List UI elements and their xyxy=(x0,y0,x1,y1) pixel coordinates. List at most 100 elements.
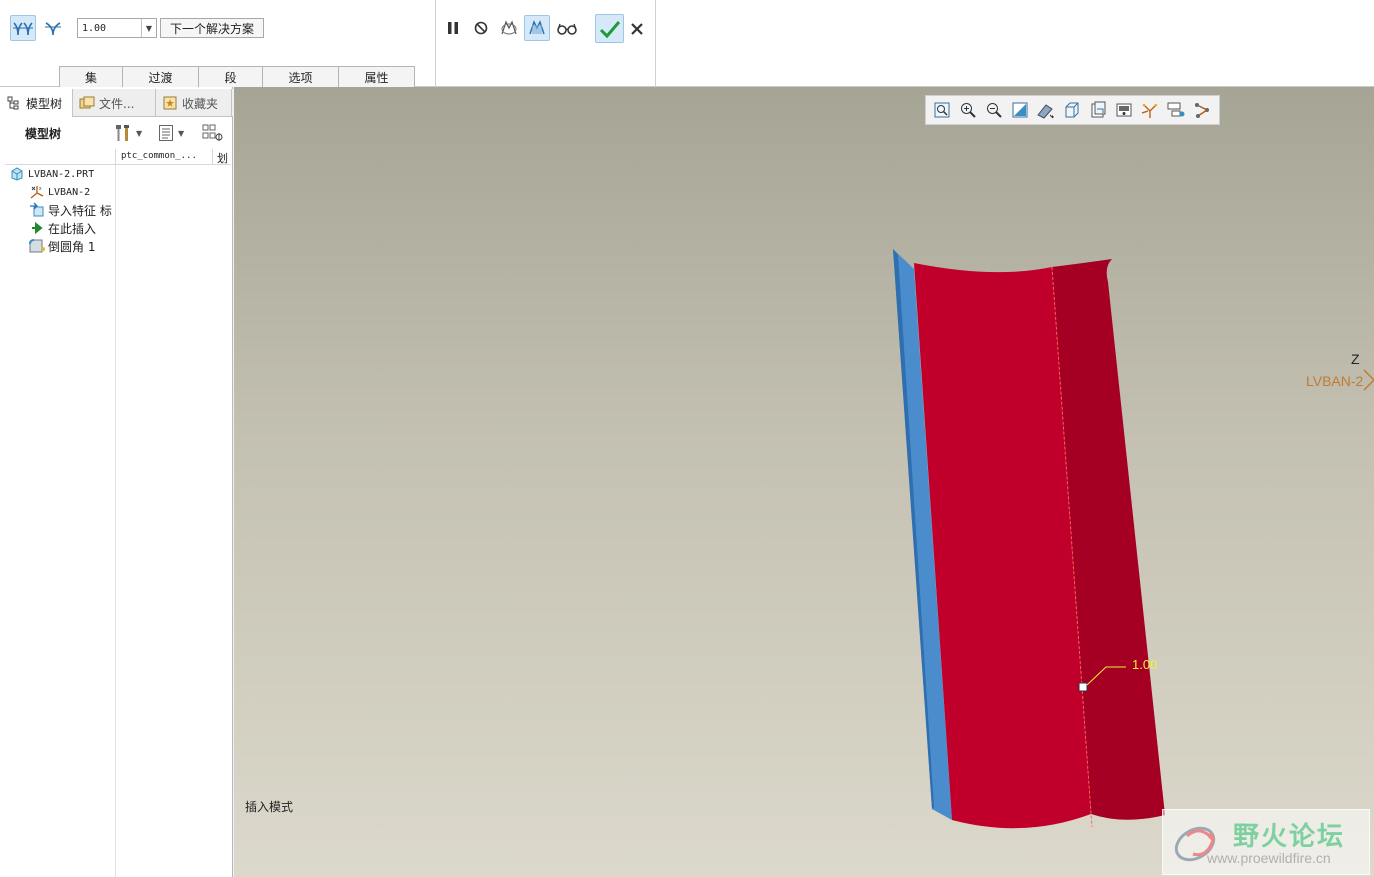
radius-dropdown-arrow-icon[interactable]: ▼ xyxy=(141,19,156,37)
tree-item-label: 在此插入 xyxy=(48,221,97,236)
column-extra[interactable]: 划 xyxy=(217,150,228,166)
show-menu-button[interactable]: ▼ xyxy=(158,122,184,144)
model-tree-title: 模型树 xyxy=(25,127,62,141)
model-tree-column-header: ptc_common_... 划 xyxy=(5,149,231,165)
round-feature-icon xyxy=(28,237,46,255)
tab-transitions[interactable]: 过渡 xyxy=(123,66,199,87)
view-manager-button[interactable] xyxy=(1085,98,1111,122)
verify-mode-icon xyxy=(529,20,545,35)
repaint-button[interactable] xyxy=(1007,98,1033,122)
refit-button[interactable] xyxy=(929,98,955,122)
tree-item-import-feature[interactable]: 导入特征 标 xyxy=(28,201,112,219)
dashboard-tab-strip: 集 过渡 段 选项 属性 xyxy=(59,66,415,87)
checkmark-icon xyxy=(599,20,620,38)
saved-views-icon xyxy=(1065,102,1079,118)
insert-here-arrow-icon xyxy=(28,219,46,237)
zoom-in-button[interactable] xyxy=(955,98,981,122)
tree-item-label: LVBAN-2.PRT xyxy=(28,168,95,180)
column-ptc-common[interactable]: ptc_common_... xyxy=(121,151,197,161)
cancel-button[interactable] xyxy=(624,16,650,42)
column-settings-icon xyxy=(202,124,223,141)
display-style-button[interactable] xyxy=(1033,98,1059,122)
csys-icon: x xyxy=(28,183,46,201)
no-preview-icon xyxy=(474,21,488,35)
set-mode-button[interactable] xyxy=(10,15,36,41)
column-gridline xyxy=(115,165,116,877)
no-preview-button[interactable] xyxy=(468,15,494,41)
navigator-panel: 模型树 文件... 收藏夹 模型树 ▼ ▼ ptc_common_... 划 L… xyxy=(0,87,233,877)
model-tree-icon xyxy=(6,95,22,111)
close-icon xyxy=(631,23,643,35)
transition-mode-icon xyxy=(45,22,61,36)
perspective-button[interactable] xyxy=(1111,98,1137,122)
zoom-in-icon xyxy=(961,103,976,118)
tree-item-round[interactable]: 倒圆角 1 xyxy=(28,237,95,255)
datum-display-icon xyxy=(1141,103,1158,118)
display-style-icon xyxy=(1037,104,1054,119)
column-name[interactable] xyxy=(5,149,116,165)
forum-watermark: 野火论坛 www.proewildfire.cn xyxy=(1162,809,1370,875)
csys-axis-label: Z xyxy=(1351,351,1360,367)
settings-menu-button[interactable]: ▼ xyxy=(114,122,142,144)
tab-model-tree-label: 模型树 xyxy=(26,96,63,111)
refit-icon xyxy=(934,102,950,118)
column-settings-button[interactable] xyxy=(202,122,224,144)
saved-orientations-button[interactable] xyxy=(1059,98,1085,122)
watermark-title: 野火论坛 xyxy=(1233,822,1346,852)
tab-options[interactable]: 选项 xyxy=(263,66,339,87)
tab-folder-browser-label: 文件... xyxy=(99,96,135,111)
next-solution-button[interactable]: 下一个解决方案 xyxy=(160,18,264,38)
datum-display-button[interactable] xyxy=(1137,98,1163,122)
column-divider[interactable] xyxy=(212,149,213,165)
repaint-icon xyxy=(1012,102,1028,118)
tab-favorites-label: 收藏夹 xyxy=(182,96,219,111)
tab-pieces[interactable]: 段 xyxy=(199,66,263,87)
transition-mode-button[interactable] xyxy=(40,15,66,41)
svg-text:x: x xyxy=(39,186,42,192)
graphics-window[interactable]: Z LVBAN-2 1.00 插入模式 野火论坛 www.proewildfir… xyxy=(234,87,1374,877)
spin-center-button[interactable] xyxy=(1189,98,1215,122)
model-geometry[interactable] xyxy=(234,87,1374,877)
tab-sets[interactable]: 集 xyxy=(59,66,123,87)
pause-icon xyxy=(448,22,458,34)
insert-mode-status: 插入模式 xyxy=(245,800,294,814)
tree-item-label: 倒圆角 1 xyxy=(48,239,96,254)
geometry-preview-icon xyxy=(501,20,517,35)
list-icon xyxy=(159,125,173,141)
annotation-display-icon xyxy=(1167,102,1185,117)
folder-browser-icon xyxy=(79,95,95,111)
tab-favorites[interactable]: 收藏夹 xyxy=(156,89,232,117)
watermark-url: www.proewildfire.cn xyxy=(1207,850,1331,866)
separate-preview-button[interactable] xyxy=(496,15,522,41)
tab-properties[interactable]: 属性 xyxy=(339,66,415,87)
preview-glasses-button[interactable] xyxy=(554,15,580,41)
zoom-out-icon xyxy=(987,103,1002,118)
radius-combo[interactable]: ▼ xyxy=(77,18,157,38)
glasses-icon xyxy=(557,23,577,35)
radius-input[interactable] xyxy=(78,19,141,37)
dashboard-left-panel: ▼ 下一个解决方案 集 过渡 段 选项 属性 xyxy=(0,0,436,87)
csys-glyph xyxy=(1363,369,1374,391)
tab-model-tree[interactable]: 模型树 xyxy=(0,89,73,117)
annotation-display-button[interactable] xyxy=(1163,98,1189,122)
tree-item-part[interactable]: LVBAN-2.PRT xyxy=(8,165,94,183)
tree-item-csys[interactable]: x LVBAN-2 xyxy=(28,183,90,201)
tab-folder-browser[interactable]: 文件... xyxy=(73,89,156,117)
spin-center-icon xyxy=(1195,103,1209,118)
part-icon xyxy=(8,165,26,183)
radius-drag-handle[interactable] xyxy=(1078,682,1088,692)
pause-button[interactable] xyxy=(440,15,466,41)
tools-icon xyxy=(116,125,129,141)
import-feature-icon xyxy=(28,201,46,219)
perspective-icon xyxy=(1116,103,1132,117)
apply-button[interactable] xyxy=(595,14,624,43)
tree-item-insert-here[interactable]: 在此插入 xyxy=(28,219,96,237)
chevron-down-icon: ▼ xyxy=(178,128,185,138)
model-tree-toolbar: 模型树 ▼ ▼ xyxy=(0,119,233,147)
zoom-out-button[interactable] xyxy=(981,98,1007,122)
navigator-tabs: 模型树 文件... 收藏夹 xyxy=(0,89,233,117)
csys-name-label[interactable]: LVBAN-2 xyxy=(1306,373,1363,389)
tree-item-label: LVBAN-2 xyxy=(48,186,91,198)
verify-mode-button[interactable] xyxy=(524,15,550,41)
radius-dimension-value[interactable]: 1.00 xyxy=(1132,657,1157,672)
